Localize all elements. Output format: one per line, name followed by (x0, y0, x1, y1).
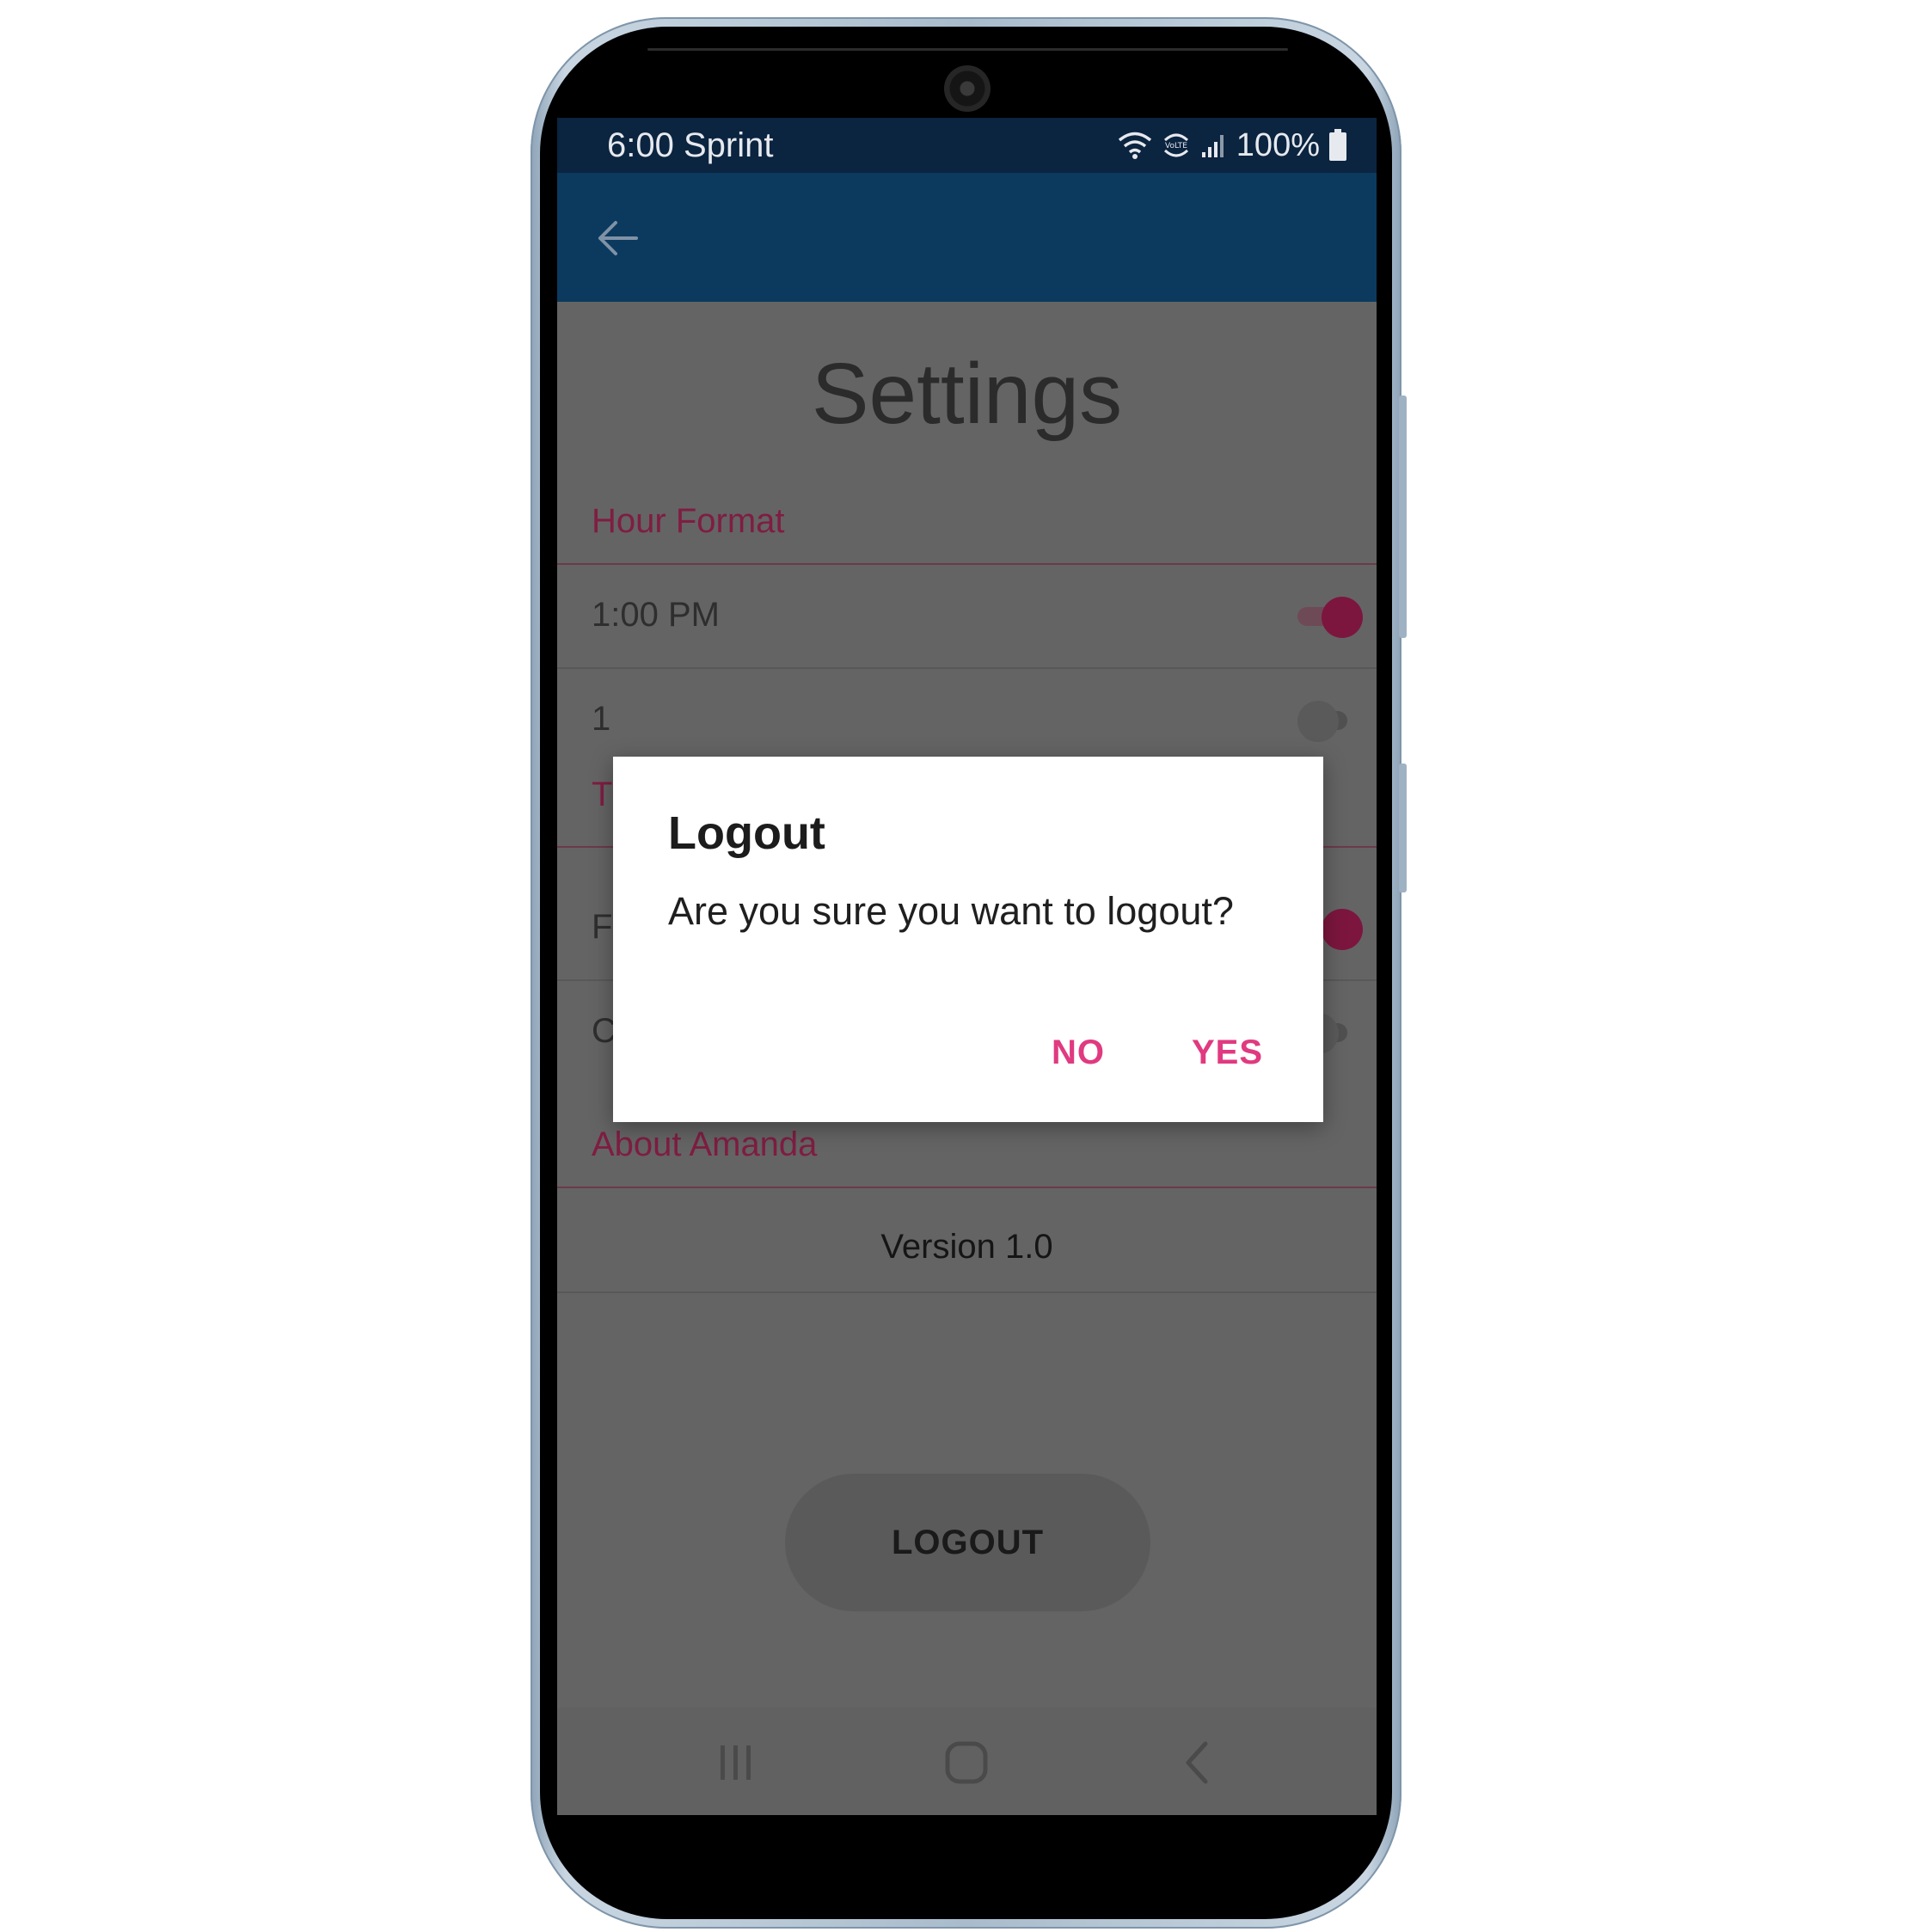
battery-icon (1329, 129, 1346, 161)
home-icon[interactable] (941, 1737, 992, 1788)
volume-button (1399, 764, 1407, 892)
section-header-hour-format: Hour Format (592, 502, 785, 540)
dialog-message: Are you sure you want to logout? (668, 889, 1234, 933)
pref-label: 1 (592, 700, 611, 738)
section-header-about: About Amanda (592, 1125, 818, 1163)
logout-dialog: Logout Are you sure you want to logout? … (613, 757, 1323, 1122)
toggle-switch[interactable] (1297, 701, 1352, 742)
pref-label: F (592, 908, 613, 946)
earpiece (647, 48, 1288, 51)
app-bar (557, 173, 1377, 302)
pref-row-12-hour[interactable]: 1:00 PM (557, 564, 1377, 667)
power-button (1399, 396, 1407, 638)
divider (557, 1187, 1377, 1188)
svg-text:VoLTE: VoLTE (1165, 142, 1187, 150)
arrow-left-icon[interactable] (595, 216, 640, 261)
version-text: Version 1.0 (880, 1228, 1053, 1266)
page-title: Settings (811, 346, 1123, 442)
status-bar: 6:00 Sprint VoLTE 100% (557, 118, 1377, 173)
dialog-title: Logout (668, 807, 825, 859)
no-button[interactable]: NO (1052, 1033, 1105, 1072)
device-stage: 6:00 Sprint VoLTE 100% Settings Hour For… (0, 0, 1932, 1932)
navigation-bar (557, 1708, 1377, 1815)
status-time-carrier: 6:00 Sprint (607, 126, 774, 164)
pref-row-24-hour[interactable]: 1 (557, 668, 1377, 771)
back-icon[interactable] (1173, 1737, 1224, 1788)
status-icons: VoLTE 100% (1118, 126, 1347, 164)
yes-button[interactable]: YES (1192, 1033, 1263, 1072)
toggle-thumb (1322, 909, 1363, 950)
wifi-icon (1118, 132, 1151, 159)
section-header-second: T (592, 776, 613, 813)
logout-button[interactable]: LOGOUT (785, 1474, 1150, 1611)
battery-percent: 100% (1236, 126, 1320, 163)
signal-icon (1201, 135, 1224, 157)
toggle-thumb (1297, 701, 1339, 742)
toggle-thumb (1322, 597, 1363, 638)
pref-label: 1:00 PM (592, 596, 720, 634)
divider (557, 1291, 1377, 1293)
recent-apps-icon[interactable] (710, 1737, 762, 1788)
volte-icon: VoLTE (1163, 133, 1188, 157)
front-camera (944, 65, 991, 112)
toggle-switch[interactable] (1297, 597, 1363, 638)
